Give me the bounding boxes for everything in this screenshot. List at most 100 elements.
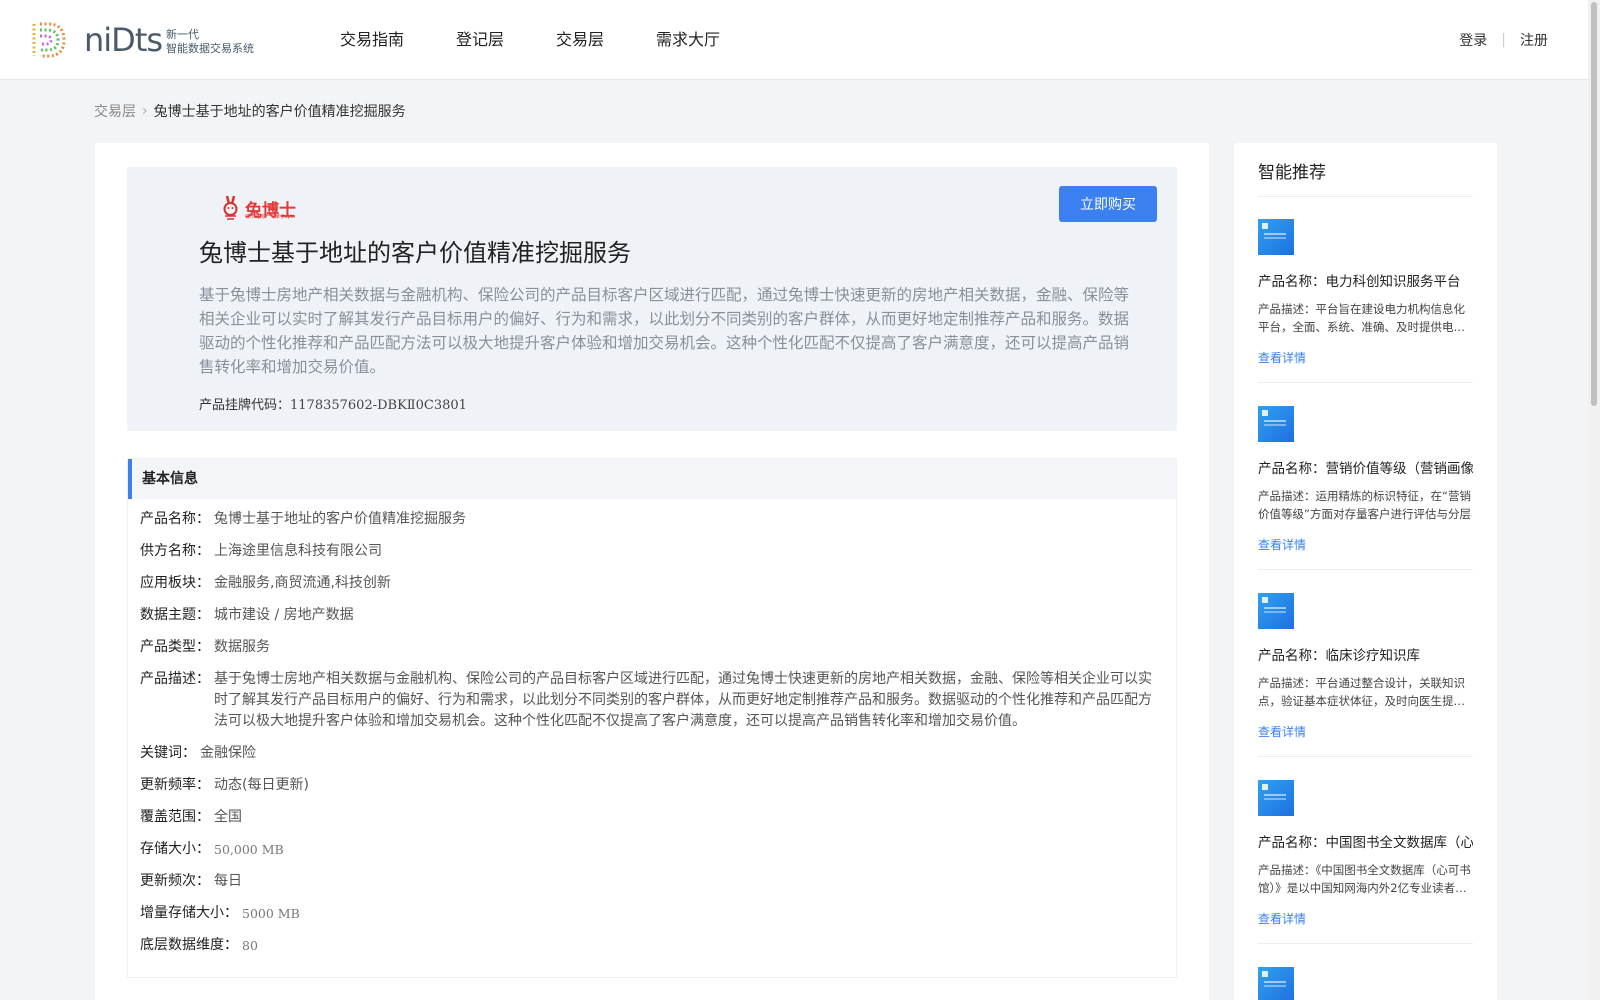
product-thumbnail[interactable]	[1258, 219, 1294, 255]
product-thumbnail[interactable]	[1258, 967, 1294, 1000]
chevron-right-icon: ›	[142, 103, 148, 119]
info-value: 数据服务	[214, 639, 270, 655]
info-key: 产品描述：	[140, 671, 210, 687]
login-link[interactable]: 登录	[1459, 30, 1487, 50]
info-row-sector: 应用板块： 金融服务,商贸流通,科技创新	[140, 573, 1164, 594]
nav-trading-layer[interactable]: 交易层	[556, 0, 604, 80]
logo-mark-icon	[32, 22, 66, 58]
recommendation-desc: 产品描述：《中国图书全文数据库（心可书馆）》是以中国知网海内外2亿专业读者为服务…	[1258, 863, 1471, 895]
product-thumbnail[interactable]	[1258, 406, 1294, 442]
auth-links: 登录 | 注册	[1459, 0, 1548, 80]
info-value: 80	[242, 938, 258, 953]
product-thumbnail[interactable]	[1258, 780, 1294, 816]
info-key: 增量存储大小：	[140, 905, 238, 921]
recommendation-card: 产品名称：中国图书全文数据库（心可书馆） 产品描述：《中国图书全文数据库（心可书…	[1258, 780, 1473, 944]
view-details-link[interactable]: 查看详情	[1258, 349, 1306, 366]
info-value: 50,000 MB	[214, 842, 284, 857]
top-header: niDts 新一代 智能数据交易系统 交易指南 登记层 交易层 需求大厅 登录 …	[0, 0, 1600, 80]
provider-logo: 兔博士 城市与房产专家 Jiapin	[219, 191, 301, 225]
recommendation-card: 产品名称：营销价值等级（营销画像） 产品描述：运用精炼的标识特征，在“营销价值等…	[1258, 406, 1473, 570]
info-key: 关键词：	[140, 745, 196, 761]
listing-code-value: 1178357602-DBKⅡ0C3801	[290, 398, 467, 413]
info-row-coverage: 覆盖范围： 全国	[140, 807, 1164, 828]
recommendation-name[interactable]: 产品名称：中国图书全文数据库（心可书馆）	[1258, 831, 1473, 851]
info-key: 更新频次：	[140, 873, 210, 889]
site-logo[interactable]: niDts 新一代 智能数据交易系统	[28, 18, 254, 62]
provider-brand-tagline: 城市与房产专家 Jiapin	[245, 214, 296, 220]
info-key: 覆盖范围：	[140, 809, 210, 825]
register-link[interactable]: 注册	[1520, 30, 1548, 50]
product-hero: 兔博士 城市与房产专家 Jiapin 立即购买 兔博士基于地址的客户价值精准挖掘…	[127, 167, 1177, 431]
info-key: 产品类型：	[140, 639, 210, 655]
info-row-type: 产品类型： 数据服务	[140, 637, 1164, 658]
recommendation-desc: 产品描述：平台旨在建设电力机构信息化平台，全面、系统、准确、及时提供电力科创知识…	[1258, 302, 1465, 334]
info-row-dimensions: 底层数据维度： 80	[140, 935, 1164, 956]
sidebar-title: 智能推荐	[1258, 163, 1326, 183]
breadcrumb: 交易层 › 兔博士基于地址的客户价值精准挖掘服务	[94, 101, 406, 121]
listing-code: 产品挂牌代码：1178357602-DBKⅡ0C3801	[199, 394, 467, 413]
recommendation-card: 产品名称：电力科创知识服务平台 产品描述：平台旨在建设电力机构信息化平台，全面、…	[1258, 219, 1473, 383]
info-row-keywords: 关键词： 金融保险	[140, 743, 1164, 764]
logo-subtitle: 新一代 智能数据交易系统	[166, 24, 254, 56]
recommendation-name[interactable]: 产品名称：营销价值等级（营销画像）	[1258, 457, 1473, 477]
recommendation-name[interactable]: 产品名称：临床诊疗知识库	[1258, 644, 1473, 664]
card-divider	[1258, 756, 1473, 757]
info-key: 存储大小：	[140, 841, 210, 857]
info-value: 兔博士基于地址的客户价值精准挖掘服务	[214, 511, 466, 527]
recommendation-card	[1258, 967, 1473, 1000]
basic-info-heading: 基本信息	[128, 459, 1176, 499]
info-row-description: 产品描述： 基于兔博士房地产相关数据与金融机构、保险公司的产品目标客户区域进行匹配…	[140, 669, 1164, 732]
info-value: 上海途里信息科技有限公司	[214, 543, 382, 559]
info-key: 更新频率：	[140, 777, 210, 793]
recommendation-desc: 产品描述：运用精炼的标识特征，在“营销价值等级”方面对存量客户进行评估与分层	[1258, 489, 1471, 521]
info-key: 供方名称：	[140, 543, 210, 559]
info-row-theme: 数据主题： 城市建设 / 房地产数据	[140, 605, 1164, 626]
rabbit-logo-icon	[223, 195, 238, 220]
logo-sub-line-2: 智能数据交易系统	[166, 42, 255, 55]
card-divider	[1258, 569, 1473, 570]
buy-now-button[interactable]: 立即购买	[1059, 186, 1157, 222]
recommendation-card: 产品名称：临床诊疗知识库 产品描述：平台通过整合设计，关联知识点，验证基本症状体…	[1258, 593, 1473, 757]
view-details-link[interactable]: 查看详情	[1258, 723, 1306, 740]
product-thumbnail[interactable]	[1258, 593, 1294, 629]
logo-wordmark: niDts	[84, 21, 163, 59]
product-summary: 基于兔博士房地产相关数据与金融机构、保险公司的产品目标客户区域进行匹配，通过兔博…	[199, 286, 1130, 376]
page-scrollbar[interactable]	[1588, 0, 1600, 1000]
nav-demand-hall[interactable]: 需求大厅	[656, 0, 720, 80]
info-value: 全国	[214, 809, 242, 825]
info-row-incremental-size: 增量存储大小： 5000 MB	[140, 903, 1164, 924]
product-title: 兔博士基于地址的客户价值精准挖掘服务	[199, 239, 631, 267]
nav-trade-guide[interactable]: 交易指南	[340, 0, 404, 80]
info-key: 底层数据维度：	[140, 937, 238, 953]
info-row-product-name: 产品名称： 兔博士基于地址的客户价值精准挖掘服务	[140, 509, 1164, 530]
scrollbar-thumb[interactable]	[1591, 2, 1597, 406]
sidebar-divider	[1258, 196, 1473, 197]
nav-registration-layer[interactable]: 登记层	[456, 0, 504, 80]
info-value: 金融保险	[200, 745, 256, 761]
product-detail-panel: 兔博士 城市与房产专家 Jiapin 立即购买 兔博士基于地址的客户价值精准挖掘…	[95, 143, 1209, 1000]
listing-code-label: 产品挂牌代码：	[199, 398, 291, 413]
info-row-storage-size: 存储大小： 50,000 MB	[140, 839, 1164, 860]
info-row-update-frequency: 更新频率： 动态(每日更新)	[140, 775, 1164, 796]
info-value: 城市建设 / 房地产数据	[214, 607, 354, 623]
basic-info-list: 产品名称： 兔博士基于地址的客户价值精准挖掘服务 供方名称： 上海途里信息科技有限公…	[128, 499, 1176, 956]
info-key: 产品名称：	[140, 511, 210, 527]
info-row-supplier: 供方名称： 上海途里信息科技有限公司	[140, 541, 1164, 562]
card-divider	[1258, 382, 1473, 383]
view-details-link[interactable]: 查看详情	[1258, 536, 1306, 553]
breadcrumb-current: 兔博士基于地址的客户价值精准挖掘服务	[153, 104, 406, 120]
card-divider	[1258, 943, 1473, 944]
auth-divider: |	[1501, 32, 1506, 48]
recommendation-desc: 产品描述：平台通过整合设计，关联知识点，验证基本症状体征，及时向医生提供临床诊疗…	[1258, 676, 1465, 708]
info-key: 数据主题：	[140, 607, 210, 623]
recommendation-name[interactable]: 产品名称：电力科创知识服务平台	[1258, 270, 1473, 290]
logo-sub-line-1: 新一代	[166, 28, 200, 41]
info-value: 5000 MB	[242, 906, 300, 921]
info-row-update-interval: 更新频次： 每日	[140, 871, 1164, 892]
info-value: 动态(每日更新)	[214, 777, 309, 793]
recommendation-sidebar: 智能推荐 产品名称：电力科创知识服务平台 产品描述：平台旨在建设电力机构信息化平…	[1234, 143, 1497, 1000]
view-details-link[interactable]: 查看详情	[1258, 910, 1306, 927]
info-value: 每日	[214, 873, 242, 889]
info-key: 应用板块：	[140, 575, 210, 591]
breadcrumb-trading-layer[interactable]: 交易层	[94, 101, 136, 121]
